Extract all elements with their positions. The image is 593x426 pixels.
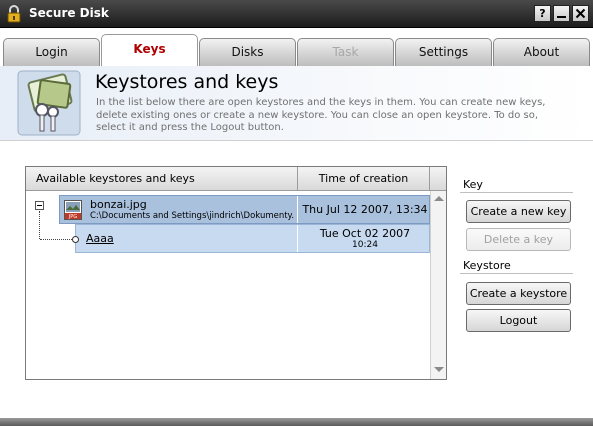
tree-connector [39, 211, 40, 239]
column-header-spacer [430, 167, 446, 191]
scroll-up-icon[interactable] [434, 196, 444, 201]
page-description: In the list below there are open keystor… [96, 97, 546, 133]
window-title: Secure Disk [29, 6, 109, 20]
keystore-section-rule [460, 273, 573, 274]
keystore-row[interactable]: JPG bonzai.jpg C:\Documents and Settings… [59, 195, 430, 224]
header-divider [0, 140, 593, 141]
key-created-date: Tue Oct 02 2007 [319, 227, 411, 240]
column-header-time[interactable]: Time of creation [298, 167, 430, 191]
column-header-keystores[interactable]: Available keystores and keys [26, 167, 298, 191]
page-title: Keystores and keys [95, 71, 279, 93]
delete-key-button: Delete a key [466, 228, 571, 251]
keystore-tree[interactable]: Available keystores and keys Time of cre… [25, 166, 447, 380]
key-row[interactable]: Aaaa Tue Oct 02 2007 10:24 [75, 224, 430, 253]
jpg-file-icon: JPG [64, 200, 82, 220]
key-created-time: 10:24 [352, 240, 378, 250]
column-separator [297, 196, 298, 223]
keystore-name: bonzai.jpg [90, 198, 147, 211]
tab-disks[interactable]: Disks [199, 38, 296, 66]
svg-text:JPG: JPG [68, 214, 77, 220]
help-button[interactable]: ? [534, 5, 551, 22]
key-section-rule [460, 192, 573, 193]
create-key-button[interactable]: Create a new key [466, 200, 571, 223]
tab-bar: Login Keys Disks Task Settings About [0, 28, 593, 66]
close-button[interactable] [572, 5, 589, 22]
window-bottom-border [0, 418, 593, 426]
padlock-icon [7, 5, 21, 23]
minimize-button[interactable] [553, 5, 570, 22]
keystore-path: C:\Documents and Settings\jindrich\Dokum… [90, 211, 295, 221]
collapse-toggle[interactable] [35, 201, 44, 210]
tab-about[interactable]: About [493, 38, 590, 66]
logout-button[interactable]: Logout [466, 309, 571, 332]
close-icon [575, 8, 586, 19]
key-name: Aaaa [86, 232, 114, 245]
tab-keys[interactable]: Keys [101, 34, 198, 66]
key-section-label: Key [463, 178, 483, 191]
tab-task: Task [297, 38, 394, 66]
scroll-down-icon[interactable] [434, 367, 444, 372]
tab-settings[interactable]: Settings [395, 38, 492, 66]
vertical-scrollbar[interactable] [430, 191, 446, 379]
tab-login[interactable]: Login [3, 38, 100, 66]
tree-connector [40, 239, 74, 240]
column-separator [297, 225, 298, 252]
minimize-icon [557, 16, 566, 18]
tree-node-icon [72, 236, 79, 243]
page-header: Keystores and keys In the list below the… [0, 66, 593, 140]
title-bar[interactable]: Secure Disk ? [0, 0, 593, 28]
keys-icon [17, 70, 81, 136]
keystore-created: Thu Jul 12 2007, 13:34 [302, 203, 428, 216]
create-keystore-button[interactable]: Create a keystore [466, 282, 571, 305]
keystore-section-label: Keystore [463, 259, 511, 272]
